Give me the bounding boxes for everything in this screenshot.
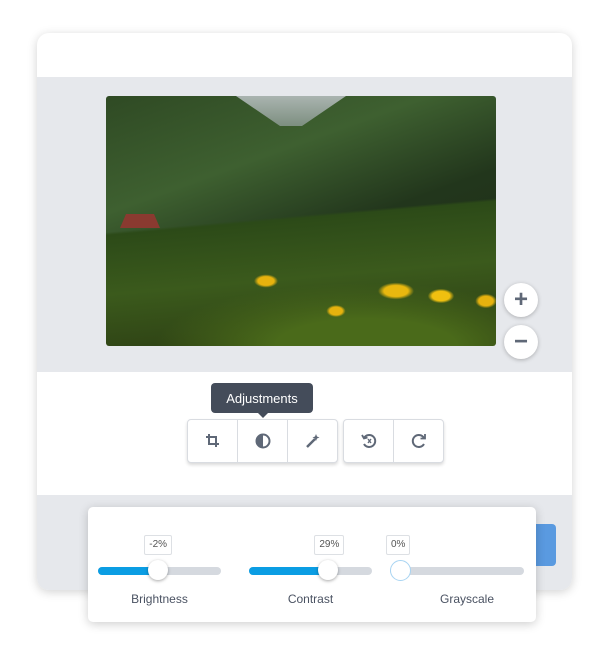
grayscale-slider[interactable]: 0% Grayscale <box>386 507 524 622</box>
zoom-in-button[interactable]: + <box>504 283 538 317</box>
redo-button[interactable] <box>394 420 443 462</box>
slider-label: Grayscale <box>439 592 495 606</box>
magic-wand-icon <box>305 434 319 448</box>
history-group <box>343 419 444 463</box>
adjustments-panel: -2% Brightness 29% Contrast 0% Grayscale <box>88 507 536 622</box>
slider-handle[interactable] <box>318 560 339 580</box>
slider-label: Contrast <box>287 592 334 606</box>
brightness-slider[interactable]: -2% Brightness <box>98 507 221 622</box>
adjustments-button[interactable] <box>238 420 288 462</box>
reset-icon <box>360 434 376 448</box>
redo-icon <box>411 434 426 448</box>
slider-value: 29% <box>314 535 345 555</box>
tool-group <box>187 419 338 463</box>
filters-button[interactable] <box>288 420 337 462</box>
contrast-slider[interactable]: 29% Contrast <box>249 507 372 622</box>
image-stage: + − <box>37 77 572 372</box>
tooltip: Adjustments <box>211 383 313 418</box>
minus-icon: − <box>513 328 528 355</box>
slider-label: Brightness <box>131 592 188 606</box>
plus-icon: + <box>513 286 528 313</box>
slider-value: 0% <box>386 535 411 555</box>
crop-icon <box>205 434 219 447</box>
slider-value: -2% <box>144 535 173 555</box>
zoom-out-button[interactable]: − <box>504 325 538 359</box>
contrast-icon <box>255 433 270 449</box>
slider-handle[interactable] <box>148 560 169 580</box>
reset-button[interactable] <box>344 420 394 462</box>
slider-handle[interactable] <box>390 560 411 581</box>
crop-button[interactable] <box>188 420 238 462</box>
photo-preview <box>106 96 496 346</box>
